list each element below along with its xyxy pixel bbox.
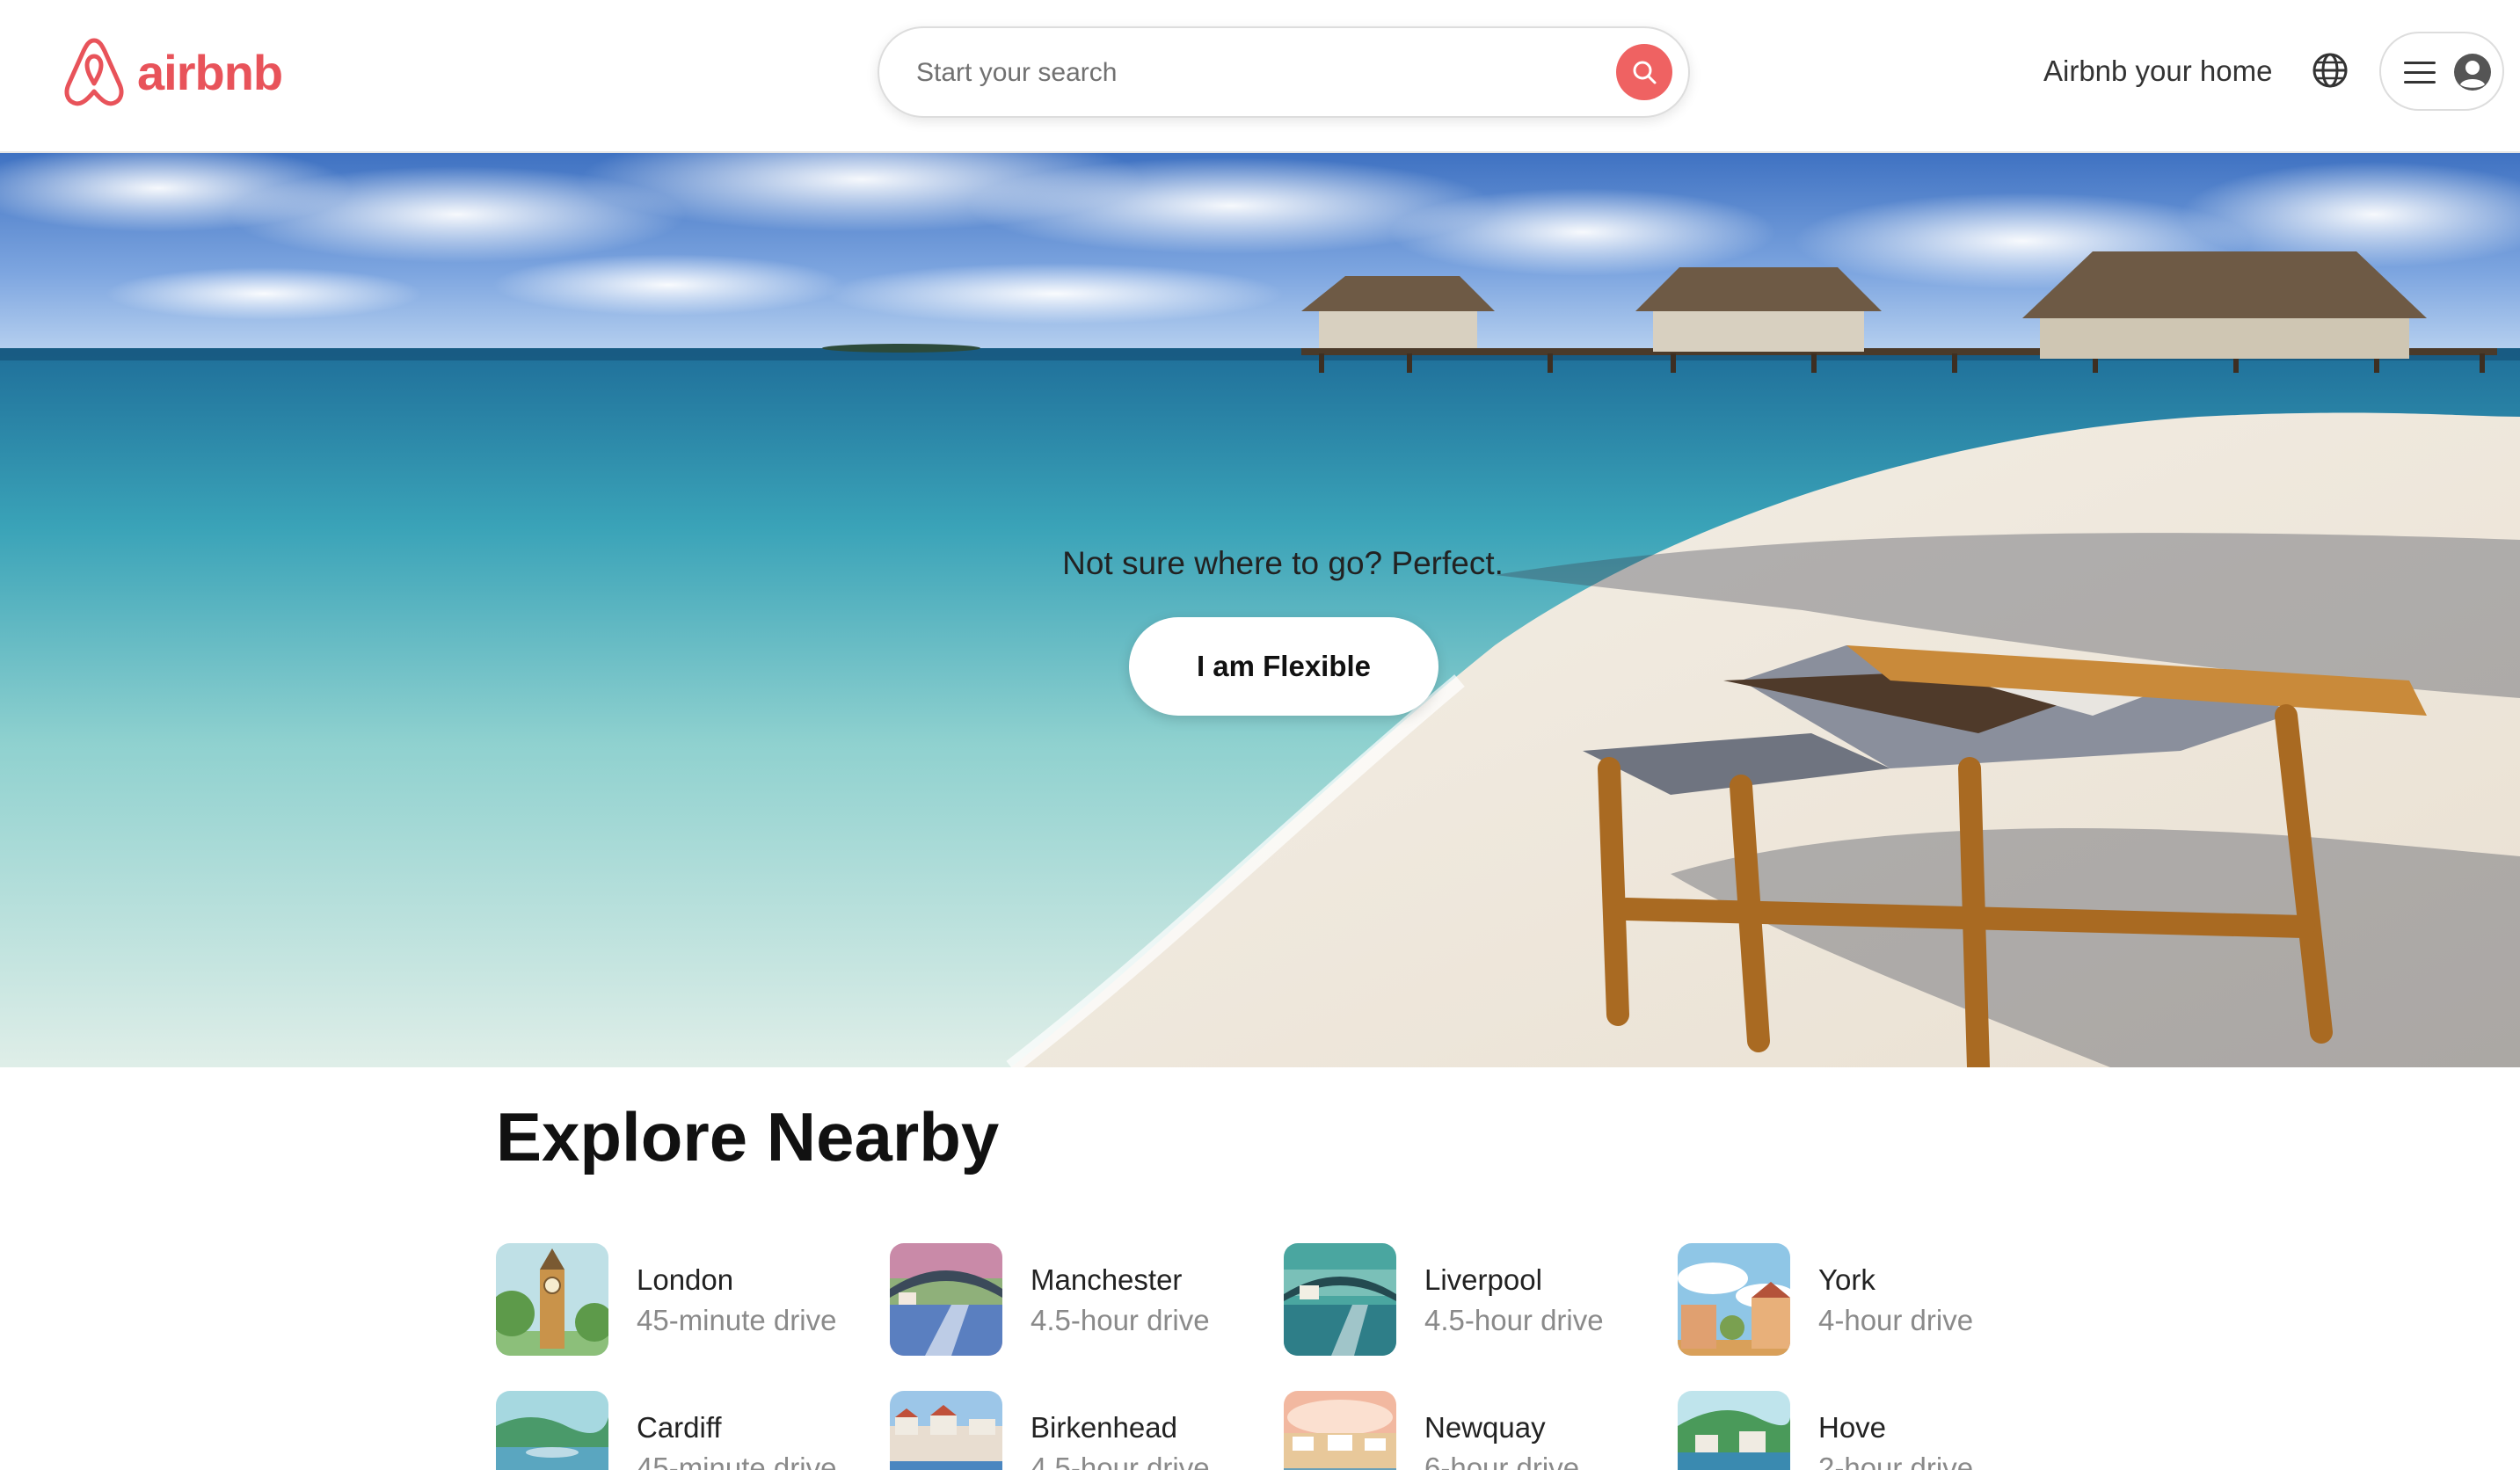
- card-city-name: Newquay: [1424, 1411, 1546, 1444]
- airbnb-logo[interactable]: airbnb: [60, 35, 283, 109]
- search-button[interactable]: [1616, 44, 1672, 100]
- liverpool-thumbnail: [1284, 1243, 1396, 1356]
- search-icon: [1633, 61, 1657, 84]
- hero-banner: Not sure where to go? Perfect. I am Flex…: [0, 153, 2520, 1067]
- newquay-thumbnail: [1284, 1391, 1396, 1470]
- nearby-card-york[interactable]: York 4-hour drive: [1678, 1243, 1973, 1356]
- hamburger-menu-icon: [2404, 62, 2436, 84]
- card-distance: 6-hour drive: [1424, 1452, 1580, 1470]
- user-avatar-icon: [2454, 54, 2491, 91]
- explore-nearby-heading: Explore Nearby: [496, 1098, 1000, 1175]
- user-menu-button[interactable]: [2379, 32, 2504, 111]
- search-placeholder: Start your search: [916, 58, 1118, 87]
- hove-thumbnail: [1678, 1391, 1790, 1470]
- brand-name: airbnb: [137, 44, 283, 100]
- card-city-name: Cardiff: [637, 1411, 722, 1444]
- nearby-card-manchester[interactable]: Manchester 4.5-hour drive: [890, 1243, 1210, 1356]
- airbnb-logo-icon: [64, 38, 124, 106]
- york-thumbnail: [1678, 1243, 1790, 1356]
- top-header: airbnb Start your search Airbnb your hom…: [0, 0, 2520, 153]
- card-city-name: Hove: [1818, 1411, 1887, 1444]
- nearby-card-liverpool[interactable]: Liverpool 4.5-hour drive: [1284, 1243, 1604, 1356]
- nearby-card-birkenhead[interactable]: Birkenhead 4.5-hour drive: [890, 1391, 1210, 1470]
- nearby-card-cardiff[interactable]: Cardiff 45-minute drive: [496, 1391, 836, 1470]
- flexible-button[interactable]: I am Flexible: [1129, 617, 1438, 716]
- card-distance: 4.5-hour drive: [1031, 1304, 1210, 1336]
- card-city-name: York: [1818, 1263, 1875, 1296]
- hero-tagline: Not sure where to go? Perfect.: [1062, 545, 1504, 581]
- card-city-name: London: [637, 1263, 734, 1296]
- nearby-card-london[interactable]: London 45-minute drive: [496, 1243, 836, 1356]
- nearby-card-hove[interactable]: Hove 2-hour drive: [1678, 1391, 1973, 1470]
- globe-icon[interactable]: [2311, 51, 2349, 90]
- host-home-link[interactable]: Airbnb your home: [2043, 55, 2272, 88]
- card-city-name: Birkenhead: [1031, 1411, 1177, 1444]
- card-distance: 45-minute drive: [637, 1452, 837, 1470]
- manchester-thumbnail: [890, 1243, 1002, 1356]
- card-distance: 2-hour drive: [1818, 1452, 1974, 1470]
- beach-hero-image: [0, 153, 2520, 1067]
- card-distance: 4-hour drive: [1818, 1304, 1974, 1336]
- birkenhead-thumbnail: [890, 1391, 1002, 1470]
- search-bar[interactable]: Start your search: [878, 26, 1690, 118]
- card-distance: 4.5-hour drive: [1031, 1452, 1210, 1470]
- card-distance: 45-minute drive: [637, 1304, 837, 1336]
- london-thumbnail: [496, 1243, 608, 1356]
- nearby-card-newquay[interactable]: Newquay 6-hour drive: [1284, 1391, 1579, 1470]
- cardiff-thumbnail: [496, 1391, 608, 1470]
- card-city-name: Liverpool: [1424, 1263, 1542, 1296]
- card-distance: 4.5-hour drive: [1424, 1304, 1604, 1336]
- card-city-name: Manchester: [1031, 1263, 1183, 1296]
